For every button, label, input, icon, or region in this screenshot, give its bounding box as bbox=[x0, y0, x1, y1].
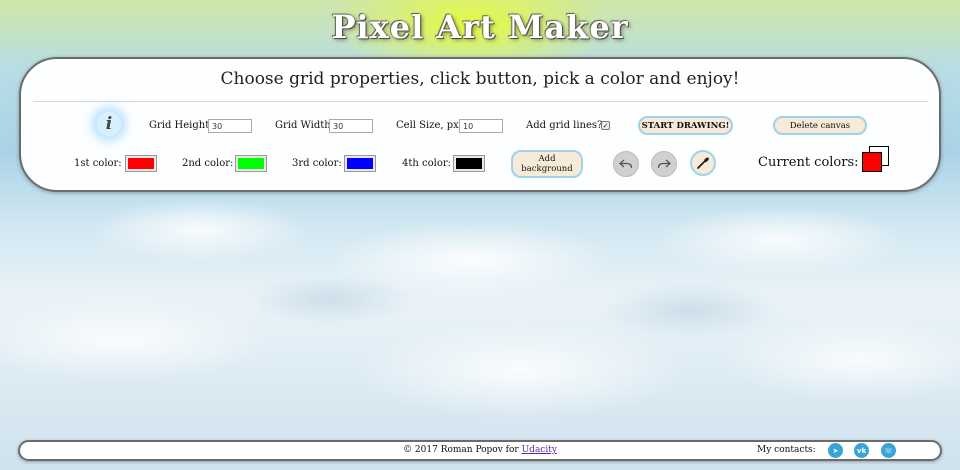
color-2-fill bbox=[238, 158, 264, 169]
grid-width-input[interactable] bbox=[329, 119, 373, 133]
color-1-label: 1st color: bbox=[74, 158, 122, 169]
udacity-link[interactable]: Udacity bbox=[522, 445, 557, 455]
eyedropper-button[interactable] bbox=[690, 150, 716, 176]
color-1-fill bbox=[128, 158, 154, 169]
footer: © 2017 Roman Popov for Udacity My contac… bbox=[18, 440, 942, 461]
add-background-button[interactable]: Add background bbox=[511, 150, 583, 178]
telegram-icon[interactable]: ➤ bbox=[828, 443, 843, 458]
current-primary-color[interactable] bbox=[862, 152, 882, 172]
app-title: Pixel Art Maker bbox=[331, 8, 629, 46]
delete-canvas-button[interactable]: Delete canvas bbox=[773, 116, 867, 135]
color-4-fill bbox=[456, 158, 482, 169]
redo-button[interactable] bbox=[651, 151, 677, 177]
color-2-label: 2nd color: bbox=[182, 158, 234, 169]
contacts-label: My contacts: bbox=[757, 445, 816, 455]
cell-size-input[interactable] bbox=[459, 119, 503, 133]
eyedropper-icon bbox=[697, 157, 709, 169]
grid-settings-panel: Choose grid properties, click button, pi… bbox=[19, 57, 941, 192]
grid-height-input[interactable] bbox=[208, 119, 252, 133]
divider bbox=[33, 101, 928, 102]
grid-height-label: Grid Height: bbox=[149, 120, 213, 131]
color-4-picker[interactable] bbox=[453, 155, 485, 172]
grid-width-label: Grid Width: bbox=[275, 120, 335, 131]
viber-icon[interactable]: ☏ bbox=[881, 443, 896, 458]
grid-lines-label: Add grid lines? bbox=[526, 120, 603, 131]
vk-icon[interactable]: vk bbox=[854, 443, 869, 458]
color-4-label: 4th color: bbox=[402, 158, 451, 169]
info-icon[interactable]: i bbox=[97, 112, 121, 136]
color-1-picker[interactable] bbox=[125, 155, 157, 172]
redo-icon bbox=[657, 159, 671, 169]
cloud-background bbox=[0, 170, 960, 460]
copyright-text: © 2017 Roman Popov for bbox=[403, 445, 522, 455]
grid-lines-checkbox[interactable]: ✓ bbox=[601, 121, 610, 130]
panel-subtitle: Choose grid properties, click button, pi… bbox=[220, 69, 740, 89]
color-3-picker[interactable] bbox=[344, 155, 376, 172]
current-colors-label: Current colors: bbox=[758, 155, 859, 170]
color-3-label: 3rd color: bbox=[292, 158, 342, 169]
cell-size-label: Cell Size, px: bbox=[396, 120, 463, 131]
color-2-picker[interactable] bbox=[235, 155, 267, 172]
start-drawing-button[interactable]: START DRAWING! bbox=[638, 116, 733, 135]
color-3-fill bbox=[347, 158, 373, 169]
undo-icon bbox=[619, 159, 633, 169]
undo-button[interactable] bbox=[613, 151, 639, 177]
